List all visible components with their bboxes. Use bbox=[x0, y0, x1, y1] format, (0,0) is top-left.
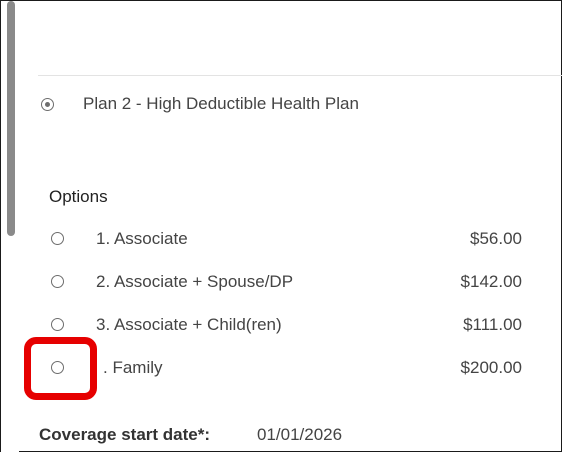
option-associate-children-radio[interactable] bbox=[51, 318, 64, 331]
option-family-price: $200.00 bbox=[460, 358, 522, 377]
coverage-start-value: 01/01/2026 bbox=[257, 425, 343, 444]
plan-2-radio[interactable] bbox=[41, 98, 54, 111]
plan-2-label: Plan 2 - High Deductible Health Plan bbox=[83, 94, 359, 113]
scrollbar-thumb[interactable] bbox=[7, 1, 15, 236]
option-associate-radio[interactable] bbox=[51, 232, 64, 245]
options-heading: Options bbox=[49, 187, 108, 206]
option-associate-label: 1. Associate bbox=[96, 229, 188, 248]
section-divider bbox=[38, 75, 562, 76]
option-associate-spouse-price: $142.00 bbox=[460, 272, 522, 291]
coverage-start-label: Coverage start date*: bbox=[39, 425, 211, 444]
highlight-box bbox=[24, 337, 97, 400]
option-associate-spouse-label: 2. Associate + Spouse/DP bbox=[96, 272, 294, 291]
option-associate-children-price: $111.00 bbox=[463, 315, 522, 334]
scrollbar[interactable] bbox=[1, 1, 19, 453]
option-associate-children-label: 3. Associate + Child(ren) bbox=[96, 315, 282, 334]
option-family-label: . Family bbox=[103, 358, 163, 377]
option-associate-spouse-radio[interactable] bbox=[51, 275, 64, 288]
option-associate-price: $56.00 bbox=[470, 229, 522, 248]
benefits-panel: Plan 2 - High Deductible Health Plan Opt… bbox=[0, 0, 562, 453]
